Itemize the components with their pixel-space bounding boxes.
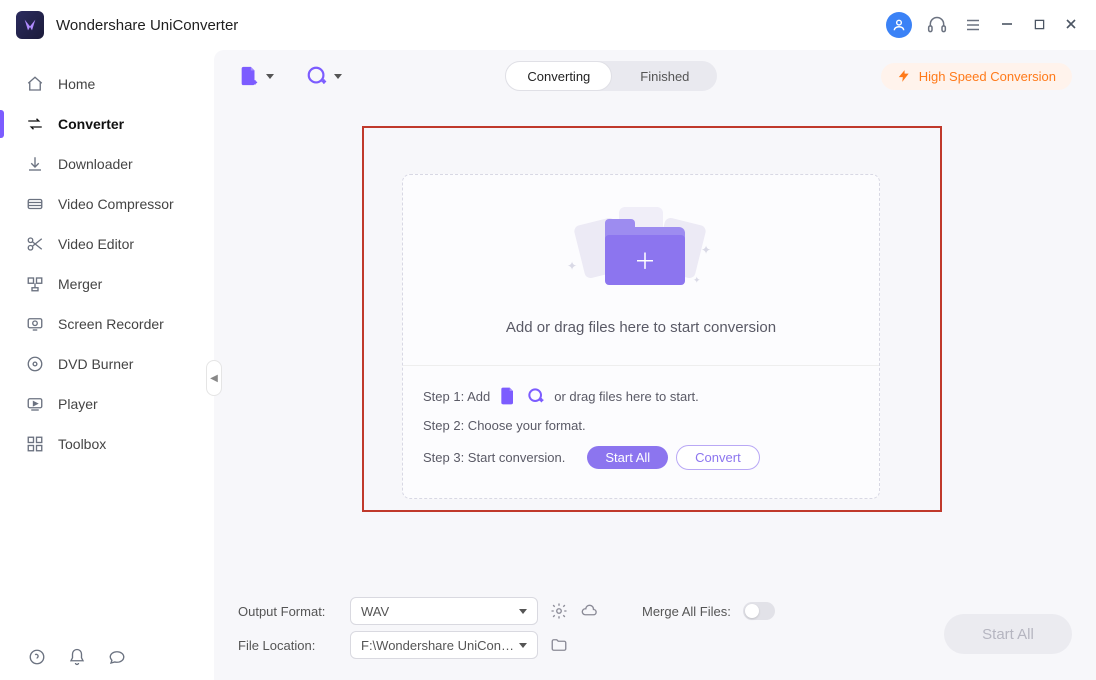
- drop-zone-headline: Add or drag files here to start conversi…: [506, 319, 776, 336]
- content-area: ＋ ✦ ✦ ✦ Add or drag files here to start …: [214, 102, 1096, 584]
- sidebar-item-video-editor[interactable]: Video Editor: [0, 224, 214, 264]
- add-files-button[interactable]: [238, 65, 274, 87]
- sidebar-item-label: Home: [58, 76, 95, 92]
- sidebar-item-label: Video Editor: [58, 236, 134, 252]
- output-format-select[interactable]: WAV: [350, 597, 538, 625]
- merge-toggle[interactable]: [743, 602, 775, 620]
- sidebar-item-label: Video Compressor: [58, 196, 174, 212]
- minimize-button[interactable]: [998, 18, 1016, 33]
- account-button[interactable]: [886, 12, 912, 38]
- folder-artwork: ＋ ✦ ✦ ✦: [561, 205, 721, 295]
- sidebar-item-converter[interactable]: Converter: [0, 104, 214, 144]
- menu-icon[interactable]: [962, 14, 984, 36]
- sidebar-item-player[interactable]: Player: [0, 384, 214, 424]
- lightning-icon: [897, 69, 911, 83]
- main-panel: Converting Finished High Speed Conversio…: [214, 50, 1096, 680]
- compress-icon: [26, 195, 44, 213]
- home-icon: [26, 75, 44, 93]
- maximize-button[interactable]: [1030, 18, 1048, 33]
- file-location-select[interactable]: F:\Wondershare UniConverter: [350, 631, 538, 659]
- add-url-icon[interactable]: [526, 386, 546, 406]
- convert-pill[interactable]: Convert: [676, 445, 760, 470]
- feedback-icon[interactable]: [106, 646, 128, 668]
- sidebar: Home Converter Downloader Video Compress…: [0, 50, 214, 680]
- high-speed-label: High Speed Conversion: [919, 69, 1056, 84]
- step-1-prefix: Step 1: Add: [423, 389, 490, 404]
- help-icon[interactable]: [26, 646, 48, 668]
- app-title: Wondershare UniConverter: [56, 17, 238, 34]
- close-button[interactable]: [1062, 18, 1080, 33]
- sidebar-item-toolbox[interactable]: Toolbox: [0, 424, 214, 464]
- sidebar-item-label: Converter: [58, 116, 124, 132]
- steps-panel: Step 1: Add or drag files here to start.…: [403, 365, 879, 498]
- add-file-icon[interactable]: [498, 386, 518, 406]
- sidebar-item-label: DVD Burner: [58, 356, 133, 372]
- output-format-value: WAV: [361, 604, 389, 619]
- output-format-label: Output Format:: [238, 604, 338, 619]
- app-logo: [16, 11, 44, 39]
- converter-icon: [26, 115, 44, 133]
- support-icon[interactable]: [926, 14, 948, 36]
- add-file-icon: [238, 65, 260, 87]
- scissors-icon: [26, 235, 44, 253]
- step-1: Step 1: Add or drag files here to start.: [423, 380, 859, 412]
- toolbox-icon: [26, 435, 44, 453]
- cloud-icon[interactable]: [580, 602, 598, 620]
- sidebar-item-label: Merger: [58, 276, 102, 292]
- toolbar: Converting Finished High Speed Conversio…: [214, 50, 1096, 102]
- open-folder-icon[interactable]: [550, 636, 568, 654]
- sidebar-item-dvd-burner[interactable]: DVD Burner: [0, 344, 214, 384]
- drop-zone[interactable]: ＋ ✦ ✦ ✦ Add or drag files here to start …: [403, 175, 879, 365]
- add-url-button[interactable]: [306, 65, 342, 87]
- file-location-label: File Location:: [238, 638, 338, 653]
- sidebar-item-label: Downloader: [58, 156, 133, 172]
- high-speed-conversion-button[interactable]: High Speed Conversion: [881, 63, 1072, 90]
- merge-icon: [26, 275, 44, 293]
- bell-icon[interactable]: [66, 646, 88, 668]
- sidebar-item-label: Player: [58, 396, 98, 412]
- step-3: Step 3: Start conversion. Start All Conv…: [423, 439, 859, 476]
- player-icon: [26, 395, 44, 413]
- start-all-button[interactable]: Start All: [944, 614, 1072, 654]
- disc-icon: [26, 355, 44, 373]
- sidebar-item-video-compressor[interactable]: Video Compressor: [0, 184, 214, 224]
- tab-converting[interactable]: Converting: [505, 61, 612, 91]
- sidebar-item-downloader[interactable]: Downloader: [0, 144, 214, 184]
- sidebar-item-label: Screen Recorder: [58, 316, 164, 332]
- sidebar-item-label: Toolbox: [58, 436, 106, 452]
- add-url-icon: [306, 65, 328, 87]
- file-location-value: F:\Wondershare UniConverter: [361, 638, 517, 653]
- footer: Output Format: WAV Merge All Files: File…: [214, 584, 1096, 680]
- step-1-suffix: or drag files here to start.: [554, 389, 699, 404]
- settings-gear-icon[interactable]: [550, 602, 568, 620]
- download-icon: [26, 155, 44, 173]
- tab-group: Converting Finished: [505, 61, 717, 91]
- drop-panel: ＋ ✦ ✦ ✦ Add or drag files here to start …: [402, 174, 880, 499]
- start-all-pill[interactable]: Start All: [587, 446, 668, 469]
- step-2: Step 2: Choose your format.: [423, 412, 859, 439]
- sidebar-item-merger[interactable]: Merger: [0, 264, 214, 304]
- screen-record-icon: [26, 315, 44, 333]
- title-bar: Wondershare UniConverter: [0, 0, 1096, 50]
- tab-finished[interactable]: Finished: [612, 61, 717, 91]
- sidebar-item-screen-recorder[interactable]: Screen Recorder: [0, 304, 214, 344]
- sidebar-item-home[interactable]: Home: [0, 64, 214, 104]
- merge-label: Merge All Files:: [642, 604, 731, 619]
